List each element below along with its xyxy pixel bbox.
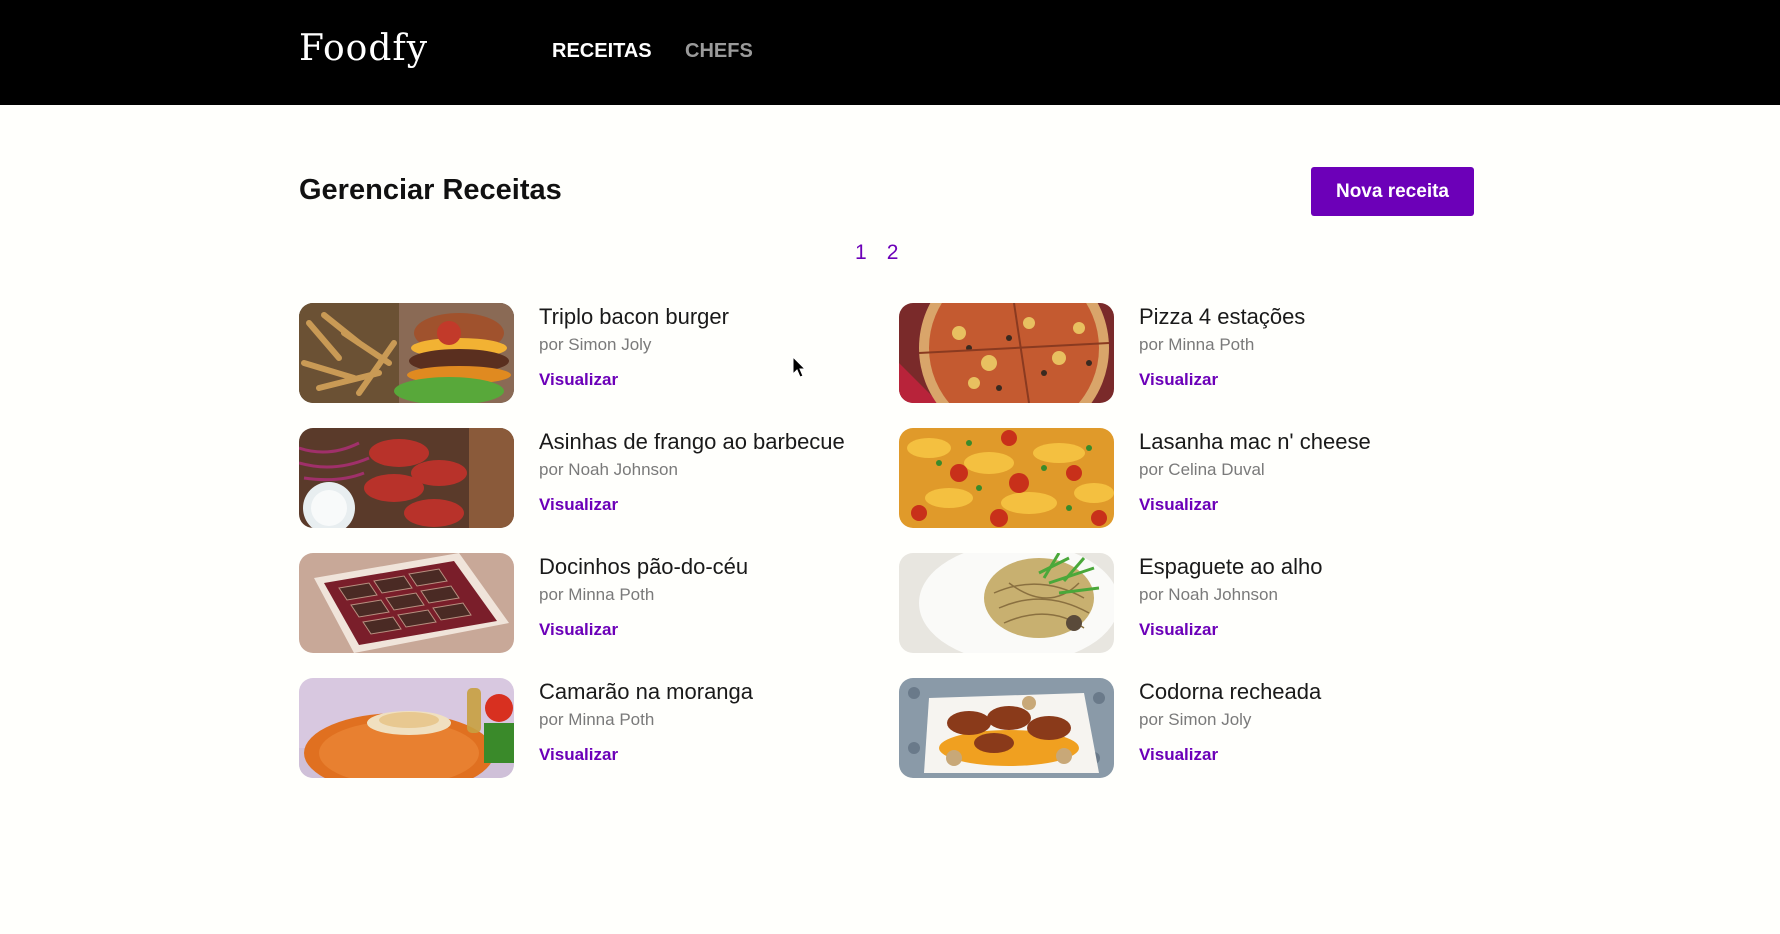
recipe-title: Pizza 4 estações <box>1139 304 1306 329</box>
recipe-image-sweets <box>299 553 514 653</box>
recipe-author: por Celina Duval <box>1139 460 1265 479</box>
view-recipe-link[interactable]: Visualizar <box>539 620 618 640</box>
recipe-image-lasagna <box>899 428 1114 528</box>
recipe-author: por Noah Johnson <box>539 460 678 479</box>
page-link-2[interactable]: 2 <box>887 241 899 265</box>
top-navbar: Foodfy RECEITAS CHEFS <box>0 0 1780 105</box>
recipe-card: Docinhos pão-do-céu por Minna Poth Visua… <box>299 553 859 653</box>
view-recipe-link[interactable]: Visualizar <box>1139 745 1218 765</box>
pagination: 1 2 <box>855 241 898 265</box>
view-recipe-link[interactable]: Visualizar <box>539 370 618 390</box>
recipe-image-pizza <box>899 303 1114 403</box>
view-recipe-link[interactable]: Visualizar <box>1139 370 1218 390</box>
recipe-image-burger <box>299 303 514 403</box>
foodfy-logo[interactable]: Foodfy <box>299 28 428 69</box>
nav-link-chefs[interactable]: CHEFS <box>685 40 753 63</box>
page-link-1[interactable]: 1 <box>855 241 867 265</box>
recipe-card: Camarão na moranga por Minna Poth Visual… <box>299 678 859 778</box>
recipe-image-chicken-wings <box>299 428 514 528</box>
recipe-title: Codorna recheada <box>1139 679 1322 704</box>
recipe-author: por Minna Poth <box>539 710 655 729</box>
recipe-author: por Noah Johnson <box>1139 585 1278 604</box>
nav-link-receitas[interactable]: RECEITAS <box>552 40 652 63</box>
view-recipe-link[interactable]: Visualizar <box>1139 495 1218 515</box>
view-recipe-link[interactable]: Visualizar <box>539 745 618 765</box>
recipe-title: Lasanha mac n' cheese <box>1139 429 1371 454</box>
recipe-title: Espaguete ao alho <box>1139 554 1323 579</box>
recipe-card: Codorna recheada por Simon Joly Visualiz… <box>899 678 1459 778</box>
mouse-pointer-icon <box>792 355 807 383</box>
recipe-image-spaghetti <box>899 553 1114 653</box>
new-recipe-button[interactable]: Nova receita <box>1311 167 1474 216</box>
recipe-card: Lasanha mac n' cheese por Celina Duval V… <box>899 428 1459 528</box>
recipe-card: Pizza 4 estações por Minna Poth Visualiz… <box>899 303 1459 403</box>
recipe-image-pumpkin <box>299 678 514 778</box>
recipe-title: Triplo bacon burger <box>539 304 729 329</box>
recipe-title: Docinhos pão-do-céu <box>539 554 749 579</box>
recipe-card: Espaguete ao alho por Noah Johnson Visua… <box>899 553 1459 653</box>
recipe-author: por Simon Joly <box>539 335 652 354</box>
recipe-title: Asinhas de frango ao barbecue <box>539 429 845 454</box>
page-title: Gerenciar Receitas <box>299 174 562 206</box>
recipe-title: Camarão na moranga <box>539 679 754 704</box>
recipe-image-quail <box>899 678 1114 778</box>
recipe-card: Asinhas de frango ao barbecue por Noah J… <box>299 428 859 528</box>
recipe-author: por Minna Poth <box>1139 335 1255 354</box>
view-recipe-link[interactable]: Visualizar <box>1139 620 1218 640</box>
recipe-card: Triplo bacon burger por Simon Joly Visua… <box>299 303 859 403</box>
recipe-author: por Minna Poth <box>539 585 655 604</box>
recipe-author: por Simon Joly <box>1139 710 1252 729</box>
view-recipe-link[interactable]: Visualizar <box>539 495 618 515</box>
